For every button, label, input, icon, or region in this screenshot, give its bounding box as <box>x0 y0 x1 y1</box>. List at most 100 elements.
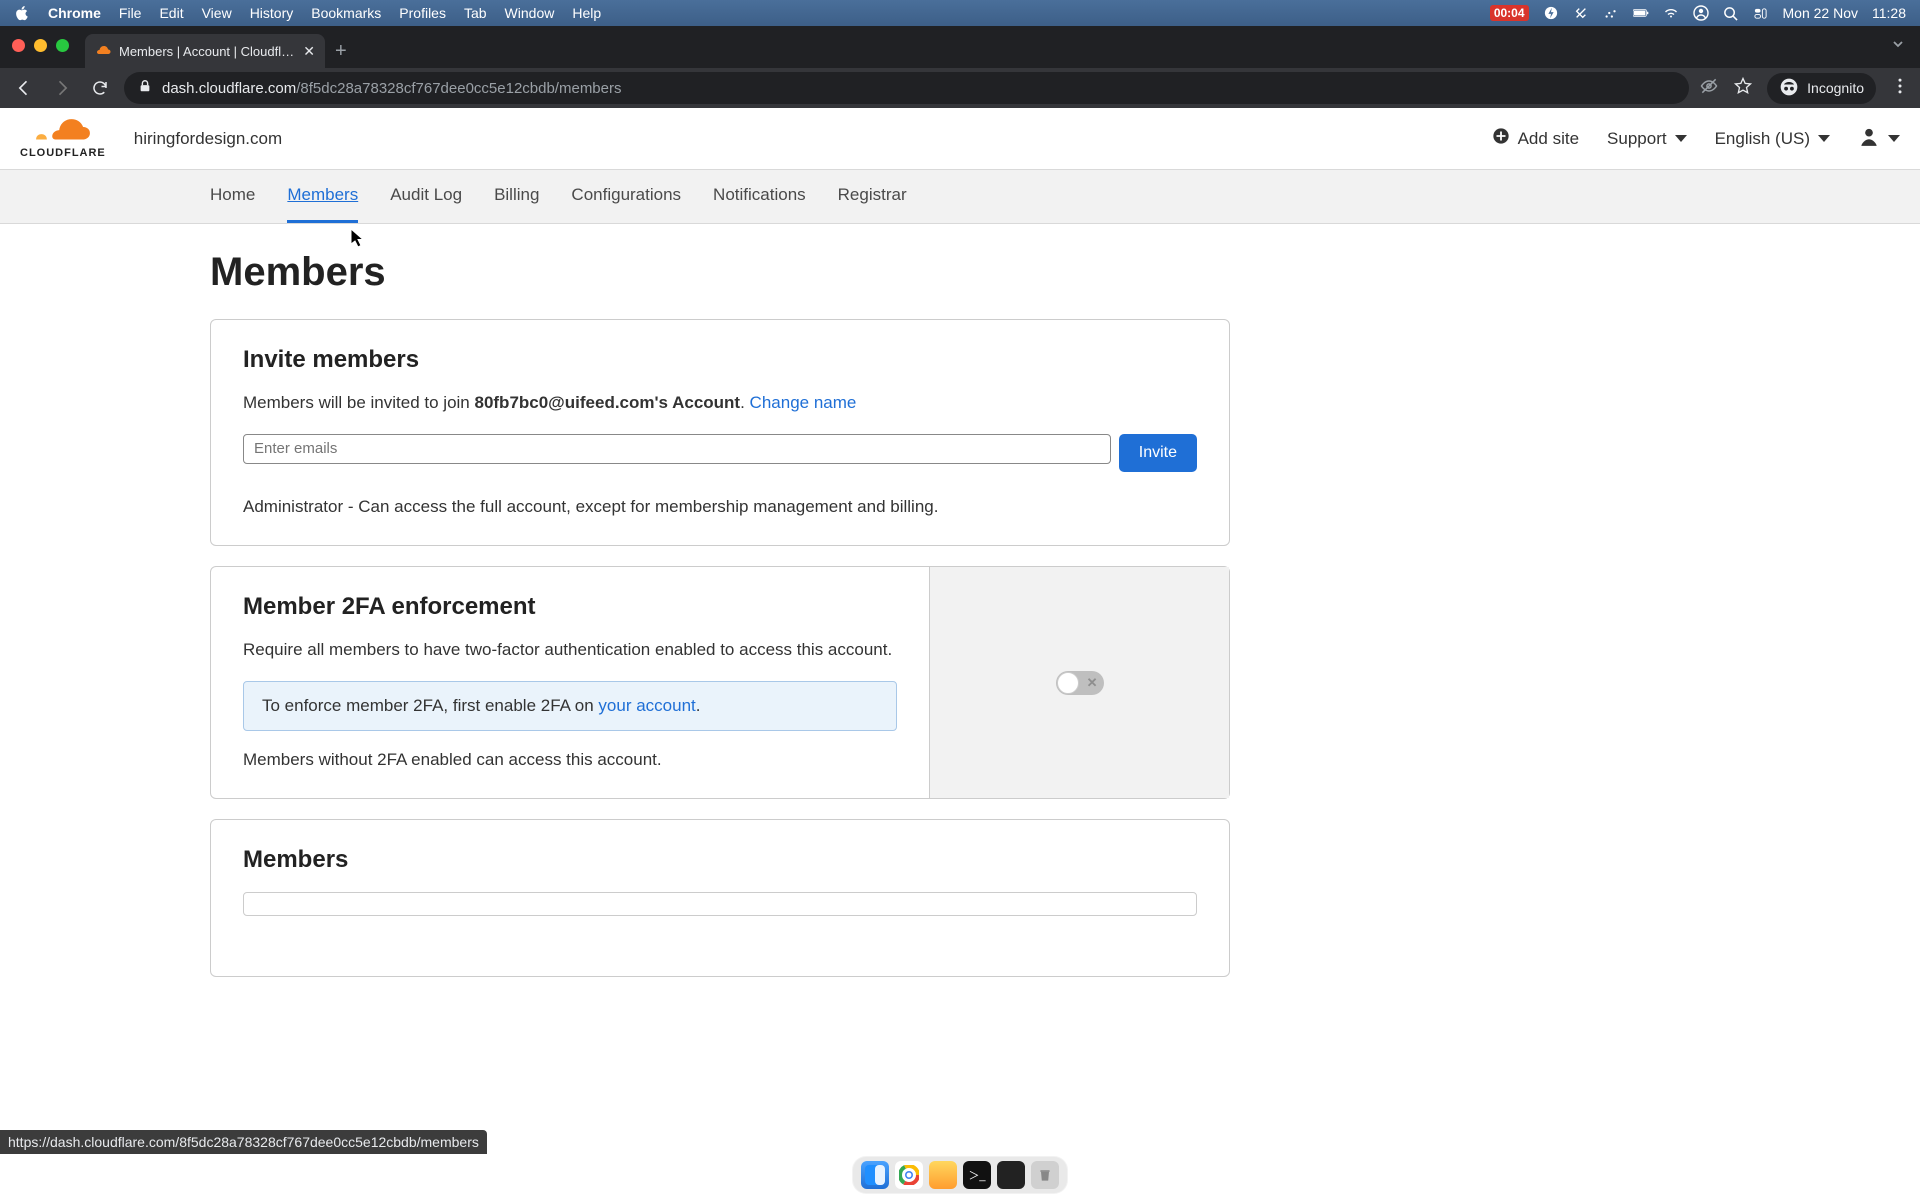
members-list-card: Members <box>210 819 1230 977</box>
wifi-icon[interactable] <box>1663 5 1679 21</box>
chevron-down-icon <box>1888 135 1900 142</box>
page-title: Members <box>210 250 1230 295</box>
twofa-info-box: To enforce member 2FA, first enable 2FA … <box>243 681 897 731</box>
window-controls <box>12 26 69 68</box>
chrome-toolbar: dash.cloudflare.com/8f5dc28a78328cf767de… <box>0 68 1920 108</box>
twofa-footnote: Members without 2FA enabled can access t… <box>243 747 897 773</box>
macos-dock: ＞_ <box>852 1156 1068 1194</box>
subnav-billing[interactable]: Billing <box>494 170 539 223</box>
incognito-indicator[interactable]: Incognito <box>1767 73 1876 104</box>
role-description: Administrator - Can access the full acco… <box>243 494 1197 520</box>
change-name-link[interactable]: Change name <box>750 393 857 412</box>
browser-tab[interactable]: Members | Account | Cloudflare ✕ <box>85 34 325 68</box>
subnav-audit-log[interactable]: Audit Log <box>390 170 462 223</box>
menubar-app-name[interactable]: Chrome <box>48 5 101 21</box>
invite-intro-prefix: Members will be invited to join <box>243 393 474 412</box>
subnav-notifications[interactable]: Notifications <box>713 170 806 223</box>
add-site-label: Add site <box>1518 129 1579 149</box>
members-search-row[interactable] <box>243 892 1197 916</box>
dots-icon[interactable] <box>1603 5 1619 21</box>
subnav-members[interactable]: Members <box>287 170 358 223</box>
dock-app-icon[interactable] <box>997 1161 1025 1189</box>
menu-edit[interactable]: Edit <box>159 5 183 21</box>
user-icon <box>1858 125 1880 152</box>
window-close-button[interactable] <box>12 39 25 52</box>
invite-button[interactable]: Invite <box>1119 434 1197 472</box>
invite-account-name: 80fb7bc0@uifeed.com's Account <box>474 393 740 412</box>
window-minimize-button[interactable] <box>34 39 47 52</box>
menu-tab[interactable]: Tab <box>464 5 487 21</box>
account-icon[interactable] <box>1693 5 1709 21</box>
language-label: English (US) <box>1715 129 1810 149</box>
cloudflare-favicon-icon <box>95 43 111 59</box>
menu-window[interactable]: Window <box>505 5 555 21</box>
back-button[interactable] <box>10 74 38 102</box>
members-heading: Members <box>243 846 1197 874</box>
menu-history[interactable]: History <box>250 5 294 21</box>
tabs-dropdown-icon[interactable] <box>1890 36 1906 57</box>
forward-button[interactable] <box>48 74 76 102</box>
apple-icon[interactable] <box>14 5 30 21</box>
twofa-description: Require all members to have two-factor a… <box>243 637 897 663</box>
cloudflare-logo[interactable]: CLOUDFLARE <box>20 118 106 159</box>
dock-notes-icon[interactable] <box>929 1161 957 1189</box>
bookmark-star-icon[interactable] <box>1733 76 1753 101</box>
your-account-link[interactable]: your account <box>598 696 695 715</box>
subnav-registrar[interactable]: Registrar <box>838 170 907 223</box>
dock-terminal-icon[interactable]: ＞_ <box>963 1161 991 1189</box>
chrome-menu-icon[interactable] <box>1890 76 1910 101</box>
chrome-tabbar: Members | Account | Cloudflare ✕ + <box>0 26 1920 68</box>
dock-finder-icon[interactable] <box>861 1161 889 1189</box>
dock-chrome-icon[interactable] <box>895 1161 923 1189</box>
invite-intro-suffix: . <box>740 393 749 412</box>
menu-view[interactable]: View <box>202 5 232 21</box>
user-menu[interactable] <box>1858 125 1900 152</box>
invite-members-card: Invite members Members will be invited t… <box>210 319 1230 546</box>
toggle-off-icon: ✕ <box>1087 675 1098 691</box>
new-tab-button[interactable]: + <box>335 34 347 68</box>
member-2fa-card: Member 2FA enforcement Require all membe… <box>210 566 1230 799</box>
twofa-heading: Member 2FA enforcement <box>243 593 897 621</box>
logo-text: CLOUDFLARE <box>20 148 106 159</box>
menu-file[interactable]: File <box>119 5 142 21</box>
account-name[interactable]: hiringfordesign.com <box>134 129 282 149</box>
tab-title: Members | Account | Cloudflare <box>119 44 295 59</box>
account-subnav: Home Members Audit Log Billing Configura… <box>0 170 1920 224</box>
battery-timer[interactable]: 00:04 <box>1490 5 1529 21</box>
menu-profiles[interactable]: Profiles <box>399 5 446 21</box>
language-dropdown[interactable]: English (US) <box>1715 129 1830 149</box>
subnav-configurations[interactable]: Configurations <box>571 170 681 223</box>
incognito-icon <box>1779 77 1799 100</box>
page-content: Members Invite members Members will be i… <box>0 224 1920 1200</box>
twofa-info-suffix: . <box>696 696 701 715</box>
subnav-home[interactable]: Home <box>210 170 255 223</box>
plus-circle-icon <box>1492 127 1510 150</box>
add-site-button[interactable]: Add site <box>1492 127 1579 150</box>
control-center-icon[interactable] <box>1753 5 1769 21</box>
tool-icon[interactable] <box>1573 5 1589 21</box>
twofa-info-prefix: To enforce member 2FA, first enable 2FA … <box>262 696 598 715</box>
eye-off-icon[interactable] <box>1699 76 1719 101</box>
twofa-toggle[interactable]: ✕ <box>1056 671 1104 695</box>
search-icon[interactable] <box>1723 5 1739 21</box>
cloudflare-header: CLOUDFLARE hiringfordesign.com Add site … <box>0 108 1920 170</box>
window-zoom-button[interactable] <box>56 39 69 52</box>
invite-email-input[interactable] <box>243 434 1111 464</box>
support-dropdown[interactable]: Support <box>1607 129 1687 149</box>
menubar-date[interactable]: Mon 22 Nov <box>1783 5 1858 21</box>
reload-button[interactable] <box>86 74 114 102</box>
menubar-time[interactable]: 11:28 <box>1872 5 1906 21</box>
url-path: /8f5dc28a78328cf767dee0cc5e12cbdb/member… <box>296 80 621 97</box>
menu-bookmarks[interactable]: Bookmarks <box>311 5 381 21</box>
bolt-icon[interactable] <box>1543 5 1559 21</box>
url-domain: dash.cloudflare.com <box>162 80 296 97</box>
support-label: Support <box>1607 129 1667 149</box>
battery-icon[interactable] <box>1633 5 1649 21</box>
lock-icon <box>138 79 152 97</box>
toggle-knob <box>1057 672 1079 694</box>
invite-heading: Invite members <box>243 346 1197 374</box>
tab-close-icon[interactable]: ✕ <box>303 44 315 58</box>
address-bar[interactable]: dash.cloudflare.com/8f5dc28a78328cf767de… <box>124 72 1689 104</box>
dock-trash-icon[interactable] <box>1031 1161 1059 1189</box>
menu-help[interactable]: Help <box>572 5 601 21</box>
